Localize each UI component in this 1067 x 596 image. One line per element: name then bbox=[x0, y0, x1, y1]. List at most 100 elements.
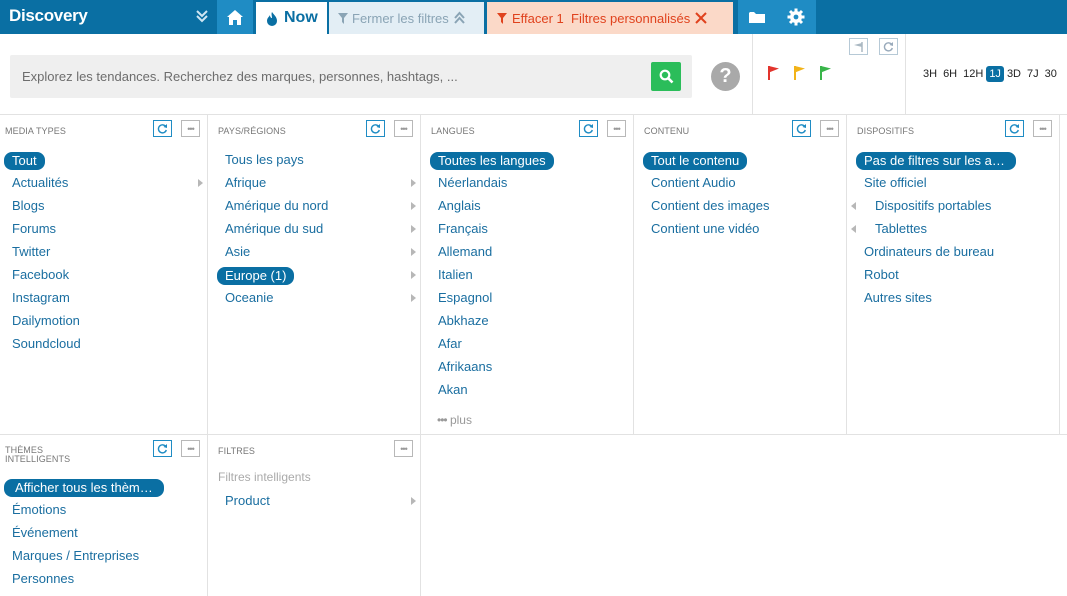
list-item-robot[interactable]: Robot bbox=[847, 263, 1059, 286]
chevron-right-icon[interactable] bbox=[411, 248, 416, 256]
list-item-dailymotion[interactable]: Dailymotion bbox=[0, 309, 207, 332]
list-item-soundcloud[interactable]: Soundcloud bbox=[0, 332, 207, 355]
list-item-all-themes[interactable]: Afficher tous les thèmes i... bbox=[0, 475, 207, 498]
time-range-option[interactable]: 6H bbox=[940, 66, 960, 82]
list-item-language[interactable]: Allemand bbox=[421, 240, 633, 263]
list-item-language[interactable]: Abkhaze bbox=[421, 309, 633, 332]
list-item-oceanie[interactable]: Oceanie bbox=[208, 286, 420, 309]
filter-icon bbox=[338, 12, 348, 24]
list-item-twitter[interactable]: Twitter bbox=[0, 240, 207, 263]
chevron-left-icon[interactable] bbox=[851, 225, 856, 233]
list-item-language[interactable]: Afar bbox=[421, 332, 633, 355]
refresh-button[interactable] bbox=[153, 440, 172, 457]
list-item-portable[interactable]: Dispositifs portables bbox=[847, 194, 1059, 217]
list-item-tout[interactable]: Tout bbox=[0, 148, 207, 171]
list-item-other-sites[interactable]: Autres sites bbox=[847, 286, 1059, 309]
more-languages-link[interactable]: ••• plus bbox=[437, 413, 472, 427]
more-options-button[interactable]: ••• bbox=[181, 120, 200, 137]
list-item-product[interactable]: Product bbox=[208, 489, 420, 512]
list-item-language[interactable]: Akan bbox=[421, 378, 633, 401]
refresh-button[interactable] bbox=[579, 120, 598, 137]
app-menu-button[interactable]: Discovery bbox=[0, 0, 217, 34]
list-item-desktop[interactable]: Ordinateurs de bureau bbox=[847, 240, 1059, 263]
red-flag-icon[interactable] bbox=[767, 65, 781, 81]
list-item-amerique-nord[interactable]: Amérique du nord bbox=[208, 194, 420, 217]
list-item-emotions[interactable]: Émotions bbox=[0, 498, 207, 521]
chevron-right-icon[interactable] bbox=[411, 271, 416, 279]
list-item-language[interactable]: Anglais bbox=[421, 194, 633, 217]
list-item-no-device-filter[interactable]: Pas de filtres sur les appar... bbox=[847, 148, 1059, 171]
flag-refresh-button[interactable] bbox=[879, 38, 898, 55]
chevron-right-icon[interactable] bbox=[411, 202, 416, 210]
time-range-selector: 3H 6H 12H 1J 3D 7J 30 bbox=[920, 66, 1060, 82]
chevron-left-icon[interactable] bbox=[851, 202, 856, 210]
chevron-right-icon[interactable] bbox=[411, 179, 416, 187]
panel-title-line2: INTELLIGENTS bbox=[5, 454, 71, 464]
refresh-button[interactable] bbox=[1005, 120, 1024, 137]
list-item-actualites[interactable]: Actualités bbox=[0, 171, 207, 194]
list-item-amerique-sud[interactable]: Amérique du sud bbox=[208, 217, 420, 240]
refresh-button[interactable] bbox=[366, 120, 385, 137]
list-item-images[interactable]: Contient des images bbox=[634, 194, 846, 217]
yellow-flag-icon[interactable] bbox=[793, 65, 807, 81]
more-options-button[interactable]: ••• bbox=[820, 120, 839, 137]
search-button[interactable] bbox=[651, 62, 681, 91]
list-item-event[interactable]: Événement bbox=[0, 521, 207, 544]
list-item-people[interactable]: Personnes bbox=[0, 567, 207, 590]
list-item-brands[interactable]: Marques / Entreprises bbox=[0, 544, 207, 567]
list-item-video[interactable]: Contient une vidéo bbox=[634, 217, 846, 240]
list-item-all-content[interactable]: Tout le contenu bbox=[634, 148, 846, 171]
list-item-europe[interactable]: Europe (1) bbox=[208, 263, 420, 286]
panel-title: LANGUES bbox=[431, 126, 475, 136]
list-item-forums[interactable]: Forums bbox=[0, 217, 207, 240]
list-item-tablets[interactable]: Tablettes bbox=[847, 217, 1059, 240]
more-options-button[interactable]: ••• bbox=[181, 440, 200, 457]
more-label: plus bbox=[449, 413, 472, 427]
refresh-icon bbox=[370, 124, 380, 134]
item-label: Contient Audio bbox=[651, 175, 736, 190]
close-filters-button[interactable]: Fermer les filtres bbox=[329, 2, 484, 34]
flag-filter-button[interactable] bbox=[849, 38, 868, 55]
chevron-right-icon[interactable] bbox=[411, 497, 416, 505]
time-range-option[interactable]: 3D bbox=[1004, 66, 1024, 82]
list-item-audio[interactable]: Contient Audio bbox=[634, 171, 846, 194]
time-range-option[interactable]: 7J bbox=[1024, 66, 1042, 82]
clear-filters-button[interactable]: Effacer 1 Filtres personnalisés bbox=[487, 2, 733, 34]
help-button[interactable]: ? bbox=[711, 62, 740, 91]
tab-now[interactable]: Now bbox=[256, 2, 327, 34]
chevron-right-icon[interactable] bbox=[411, 294, 416, 302]
time-range-option[interactable]: 30 bbox=[1042, 66, 1060, 82]
refresh-button[interactable] bbox=[792, 120, 811, 137]
list-item-official-site[interactable]: Site officiel bbox=[847, 171, 1059, 194]
more-options-button[interactable]: ••• bbox=[394, 120, 413, 137]
list-item-all-languages[interactable]: Toutes les langues bbox=[421, 148, 633, 171]
list-item-instagram[interactable]: Instagram bbox=[0, 286, 207, 309]
list-item-afrique[interactable]: Afrique bbox=[208, 171, 420, 194]
green-flag-icon[interactable] bbox=[819, 65, 833, 81]
list-item-facebook[interactable]: Facebook bbox=[0, 263, 207, 286]
list-item-language[interactable]: Néerlandais bbox=[421, 171, 633, 194]
list-item-language[interactable]: Italien bbox=[421, 263, 633, 286]
list-item-language[interactable]: Français bbox=[421, 217, 633, 240]
home-button[interactable] bbox=[217, 0, 253, 34]
more-options-button[interactable]: ••• bbox=[394, 440, 413, 457]
folder-button[interactable] bbox=[738, 0, 776, 34]
time-range-option[interactable]: 3H bbox=[920, 66, 940, 82]
search-input[interactable] bbox=[10, 55, 650, 98]
refresh-button[interactable] bbox=[153, 120, 172, 137]
chevron-right-icon[interactable] bbox=[411, 225, 416, 233]
item-label: Amérique du sud bbox=[225, 221, 324, 236]
list-item-language[interactable]: Afrikaans bbox=[421, 355, 633, 378]
list-item-all-countries[interactable]: Tous les pays bbox=[208, 148, 420, 171]
item-label: Italien bbox=[438, 267, 473, 282]
list-item-asie[interactable]: Asie bbox=[208, 240, 420, 263]
more-options-button[interactable]: ••• bbox=[607, 120, 626, 137]
list-item-language[interactable]: Espagnol bbox=[421, 286, 633, 309]
item-label: Personnes bbox=[12, 571, 75, 586]
more-options-button[interactable]: ••• bbox=[1033, 120, 1052, 137]
time-range-option[interactable]: 12H bbox=[960, 66, 986, 82]
list-item-blogs[interactable]: Blogs bbox=[0, 194, 207, 217]
time-range-option[interactable]: 1J bbox=[986, 66, 1004, 82]
settings-button[interactable] bbox=[776, 0, 816, 34]
chevron-right-icon[interactable] bbox=[198, 179, 203, 187]
